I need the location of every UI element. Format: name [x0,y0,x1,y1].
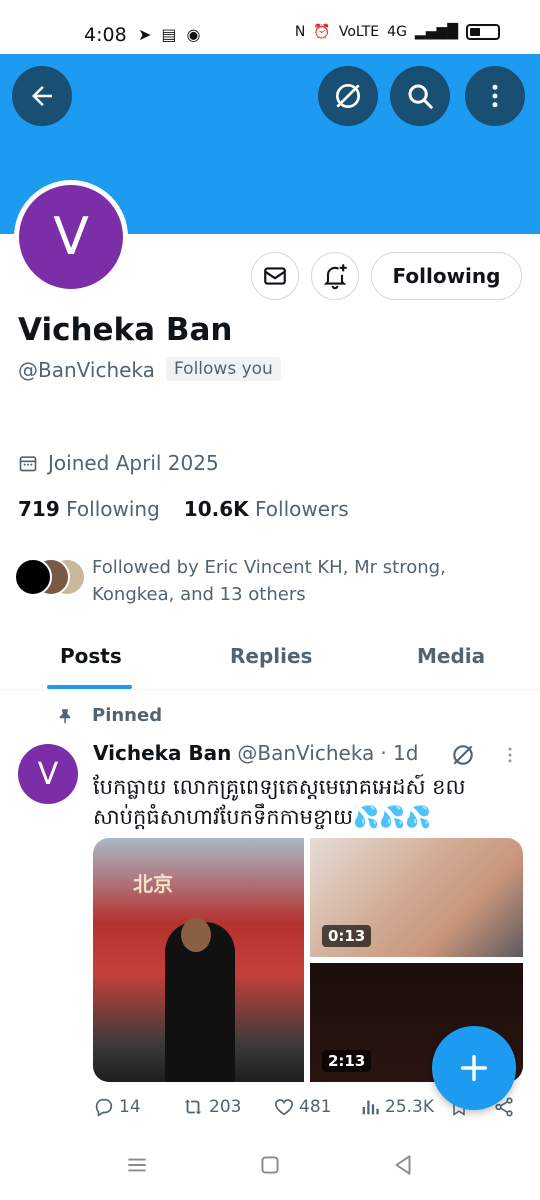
repost-button[interactable]: 203 [181,1096,241,1118]
following-count: 719 [18,497,60,521]
display-name: Vicheka Ban [18,312,233,348]
like-button[interactable]: 481 [273,1096,331,1118]
home-square-icon [261,1156,279,1174]
system-back-button[interactable] [390,1152,416,1182]
post-text: បែកធ្លាយ លោកគ្រូពេទ្យតេស្តមេរោគអេដស៍ ខលស… [93,772,513,832]
post-author-handle[interactable]: @BanVicheka [237,741,374,765]
reply-count: 14 [119,1097,141,1117]
messenger-icon: ◉ [186,25,201,44]
post-video[interactable]: 0:13 [310,838,523,957]
video-duration: 0:13 [322,925,372,947]
repost-count: 203 [209,1097,242,1117]
more-vertical-icon [508,747,512,763]
repost-icon [184,1099,202,1115]
status-time: 4:08 [84,24,127,46]
status-notification-icons: ➤ ▤ ◉ [138,25,201,44]
recent-apps-button[interactable] [124,1152,150,1182]
telegram-icon: ➤ [138,25,152,44]
tab-posts[interactable]: Posts [60,644,122,668]
search-button[interactable] [390,66,450,126]
followers-count: 10.6K [183,497,249,521]
follower-avatars [14,558,86,598]
video-duration: 2:13 [322,1050,372,1072]
bell-plus-icon [323,264,347,290]
grok-button[interactable] [318,66,378,126]
post-author-name[interactable]: Vicheka Ban [93,741,231,765]
home-button[interactable] [257,1152,283,1182]
followers-label: Followers [254,497,349,521]
mail-icon [264,267,286,285]
profile-avatar-frame[interactable]: V [14,180,128,294]
signal-icon: ▂▄▆█ [414,24,458,40]
following-label: Following [66,497,160,521]
status-system-icons: N ⏰ VoLTE 4G ▂▄▆█ [295,24,500,40]
status-bar: 4:08 ➤ ▤ ◉ N ⏰ VoLTE 4G ▂▄▆█ [0,0,540,54]
post-header: Vicheka Ban @BanVicheka · 1d [93,741,418,765]
network-icon: 4G [387,24,407,40]
heart-icon [274,1099,294,1116]
notifications-button[interactable] [311,252,359,300]
views-count: 25.3K [385,1097,434,1117]
tab-replies[interactable]: Replies [230,644,312,668]
calendar-icon [19,456,37,472]
back-button[interactable] [12,66,72,126]
followers-stat[interactable]: 10.6K Followers [184,497,349,521]
alarm-icon: ⏰ [313,24,331,40]
pinned-label: Pinned [56,705,162,726]
reply-button[interactable]: 14 [93,1096,141,1118]
following-stat[interactable]: 719 Following [18,497,160,521]
menu-icon [128,1158,146,1172]
document-icon: ▤ [161,25,177,44]
joined-text: Joined April 2025 [48,451,219,475]
plus-icon [460,1054,488,1082]
avatar[interactable]: V [18,744,78,804]
views-icon [362,1100,379,1115]
system-nav-bar [0,1130,540,1200]
search-icon [408,84,433,109]
grok-icon [336,84,360,108]
battery-icon [466,24,500,40]
message-button[interactable] [251,252,299,300]
post-photo[interactable]: 北京 [93,838,304,1082]
back-arrow-icon [32,86,52,106]
following-button[interactable]: Following [371,252,522,300]
back-triangle-icon [395,1155,411,1175]
avatar[interactable]: V [19,185,123,289]
follows-you-badge: Follows you [166,357,281,381]
tab-media[interactable]: Media [417,644,485,668]
profile-tabs: Posts Replies Media [0,632,540,690]
grok-button[interactable] [450,742,476,772]
compose-post-button[interactable] [432,1026,516,1110]
reply-icon [95,1098,113,1117]
like-count: 481 [299,1097,332,1117]
photo-sign-text: 北京 [133,872,173,896]
followed-by-text: Followed by Eric Vincent KH, Mr strong, … [92,557,446,605]
more-options-button[interactable] [465,66,525,126]
pinned-text: Pinned [92,705,163,726]
photo-person-head [181,918,211,952]
follow-stats: 719 Following 10.6K Followers [18,497,349,521]
sweat-droplets-emoji: 💦💦💦 [352,805,432,829]
joined-date: Joined April 2025 [18,451,219,475]
avatar [14,558,52,596]
volte-icon: VoLTE [338,24,380,40]
views-button[interactable]: 25.3K [359,1096,434,1118]
grok-icon [453,745,473,765]
followed-by[interactable]: Followed by Eric Vincent KH, Mr strong, … [14,554,446,605]
more-vertical-icon [492,84,498,108]
post-time: · 1d [380,741,419,765]
post-more-button[interactable] [500,742,520,772]
user-handle: @BanVicheka [18,358,155,382]
nfc-icon: N [294,24,306,40]
pin-icon [59,708,71,723]
active-tab-indicator [47,685,132,689]
